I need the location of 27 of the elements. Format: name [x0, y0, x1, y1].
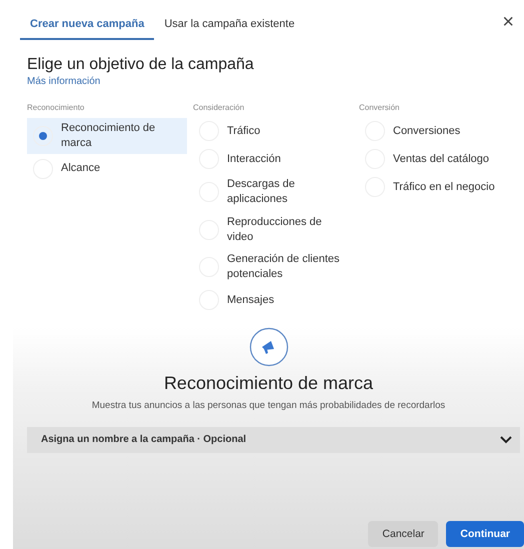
- radio-button[interactable]: [33, 126, 53, 146]
- objective-option[interactable]: Generación de clientes potenciales: [193, 249, 353, 286]
- objective-option[interactable]: Mensajes: [193, 287, 353, 314]
- tab[interactable]: Usar la campaña existente: [154, 12, 305, 40]
- objective-option[interactable]: Alcance: [27, 156, 187, 182]
- objective-option[interactable]: Reconocimiento de marca: [27, 118, 187, 154]
- objective-option[interactable]: Descargas de aplicaciones: [193, 174, 353, 210]
- continue-button[interactable]: Continuar: [446, 521, 524, 547]
- megaphone-icon: [248, 327, 288, 368]
- group-label: Consideración: [193, 103, 246, 112]
- campaign-name-accordion[interactable]: Asigna un nombre a la campaña · Opcional: [27, 426, 520, 453]
- section-heading: Elige un objetivo de la campaña: [27, 56, 255, 74]
- objective-title: Reconocimiento de marca: [164, 373, 374, 394]
- objective-option[interactable]: Tráfico: [193, 118, 353, 144]
- objective-option[interactable]: Ventas del catálogo: [359, 146, 519, 172]
- group-label: Conversión: [359, 103, 400, 112]
- more-info-link[interactable]: Más información: [27, 76, 100, 87]
- objective-option[interactable]: Tráfico en el negocio: [359, 174, 519, 200]
- cancel-button[interactable]: Cancelar: [368, 521, 438, 547]
- objective-option[interactable]: Conversiones: [359, 118, 519, 144]
- close-button[interactable]: ×: [498, 11, 518, 40]
- objective-description: Muestra tus anuncios a las personas que tengan más probabilidades de recordarlos: [90, 400, 446, 413]
- objective-option[interactable]: Interacción: [193, 146, 353, 172]
- tab[interactable]: Crear nueva campaña: [20, 12, 154, 40]
- group-label: Reconocimiento: [27, 103, 86, 112]
- objective-option[interactable]: Reproducciones de video: [193, 212, 353, 248]
- chevron-icon: [500, 436, 512, 444]
